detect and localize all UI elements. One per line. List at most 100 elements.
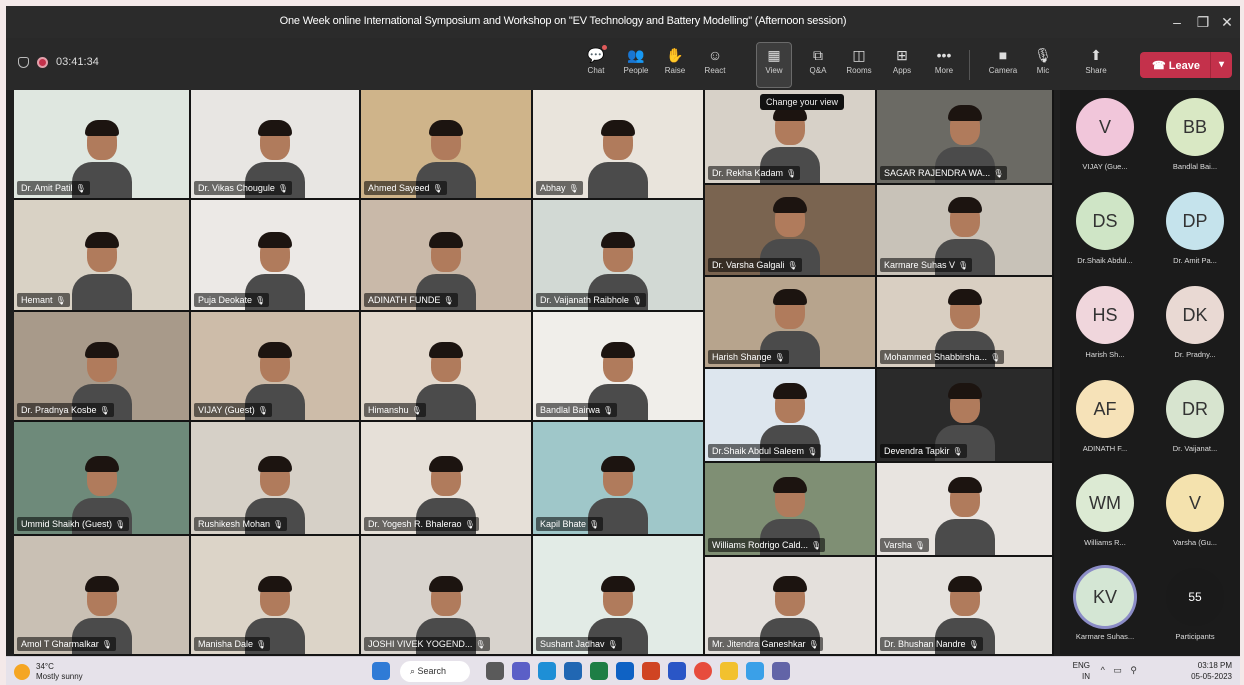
- participant-avatar[interactable]: HS Harish Sh...: [1060, 278, 1150, 374]
- camera-button[interactable]: ■ Camera: [986, 43, 1020, 87]
- participant-name-label: Dr. Vaijanath Raibhole 🎙: [536, 293, 647, 307]
- participant-video-tile[interactable]: Williams Rodrigo Cald... 🎙: [705, 463, 875, 555]
- powerpoint-icon[interactable]: [642, 662, 660, 680]
- close-icon[interactable]: ✕: [1214, 12, 1240, 32]
- weather-widget[interactable]: 34°C Mostly sunny: [14, 662, 83, 682]
- participant-video-tile[interactable]: Varsha 🎙: [877, 463, 1052, 555]
- participant-avatar[interactable]: V Varsha (Gu...: [1150, 466, 1240, 562]
- participant-video-tile[interactable]: Puja Deokate 🎙: [191, 200, 359, 310]
- view-button[interactable]: ▦ View: [756, 42, 792, 88]
- participant-video-tile[interactable]: Dr. Yogesh R. Bhalerao 🎙: [361, 422, 531, 534]
- participant-video-tile[interactable]: Dr. Vaijanath Raibhole 🎙: [533, 200, 703, 310]
- taskbar-search[interactable]: ⌕ Search: [400, 661, 470, 682]
- mic-icon: 🎙: [811, 541, 822, 550]
- participant-video-tile[interactable]: JOSHI VIVEK YOGEND... 🎙: [361, 536, 531, 654]
- participant-avatar[interactable]: AF ADINATH F...: [1060, 372, 1150, 468]
- participant-video-tile[interactable]: Mohammed Shabbirsha... 🎙: [877, 277, 1052, 367]
- mic-icon: 🎙: [255, 296, 266, 305]
- participant-avatar[interactable]: DK Dr. Pradny...: [1150, 278, 1240, 374]
- react-button[interactable]: ☺ React: [698, 43, 732, 87]
- participant-name-label: Ahmed Sayeed 🎙: [364, 181, 447, 195]
- leave-button[interactable]: ☎ Leave ▾: [1140, 52, 1232, 78]
- participant-video-tile[interactable]: SAGAR RAJENDRA WA... 🎙: [877, 90, 1052, 183]
- avatar-initials: AF: [1076, 380, 1134, 438]
- chat-button[interactable]: 💬 Chat: [579, 43, 613, 87]
- participant-name-label: Dr. Pradnya Kosbe 🎙: [17, 403, 114, 417]
- avatar-initials: DK: [1166, 286, 1224, 344]
- chevron-down-icon[interactable]: ▾: [1210, 52, 1232, 78]
- participant-video-tile[interactable]: Abhay 🎙: [533, 90, 703, 198]
- participant-video-tile[interactable]: Dr. Varsha Galgali 🎙: [705, 185, 875, 275]
- participant-video-tile[interactable]: Manisha Dale 🎙: [191, 536, 359, 654]
- avatar-initials: V: [1076, 98, 1134, 156]
- edge-icon[interactable]: [538, 662, 556, 680]
- clock[interactable]: 03:18 PM 05-05-2023: [1191, 660, 1232, 682]
- participant-avatar[interactable]: DP Dr. Amit Pa...: [1150, 184, 1240, 280]
- participant-video-tile[interactable]: Dr.Shaik Abdul Saleem 🎙: [705, 369, 875, 461]
- teams-chat-icon[interactable]: [512, 662, 530, 680]
- participants-count-button[interactable]: 55 Participants: [1150, 560, 1240, 656]
- qa-button[interactable]: ⧉ Q&A: [801, 43, 835, 87]
- participant-name-label: Ummid Shaikh (Guest) 🎙: [17, 517, 130, 531]
- avatar-initials: WM: [1076, 474, 1134, 532]
- participant-avatar[interactable]: KV Karmare Suhas...: [1060, 560, 1150, 656]
- participant-video-tile[interactable]: Harish Shange 🎙: [705, 277, 875, 367]
- people-button[interactable]: 👥 People: [619, 43, 653, 87]
- participant-video-tile[interactable]: Dr. Amit Patil 🎙: [14, 90, 189, 198]
- outlook-icon[interactable]: [616, 662, 634, 680]
- participant-name-label: Manisha Dale 🎙: [194, 637, 271, 651]
- shield-icon: [18, 56, 29, 68]
- participant-name-label: ADINATH FUNDE 🎙: [364, 293, 458, 307]
- word-icon[interactable]: [668, 662, 686, 680]
- participant-video-tile[interactable]: Hemant 🎙: [14, 200, 189, 310]
- participant-video-tile[interactable]: VIJAY (Guest) 🎙: [191, 312, 359, 420]
- avatar-name: Harish Sh...: [1085, 350, 1125, 359]
- participant-video-tile[interactable]: Sushant Jadhav 🎙: [533, 536, 703, 654]
- avatar-initials: DR: [1166, 380, 1224, 438]
- apps-button[interactable]: ⊞ Apps: [885, 43, 919, 87]
- system-tray-icons[interactable]: ^ ▭ ⚲: [1101, 665, 1140, 676]
- participant-video-tile[interactable]: Himanshu 🎙: [361, 312, 531, 420]
- chrome-icon[interactable]: [694, 662, 712, 680]
- start-icon[interactable]: [372, 662, 390, 680]
- mic-icon: 🎙: [603, 406, 614, 415]
- excel-icon[interactable]: [590, 662, 608, 680]
- participant-video-tile[interactable]: Kapil Bhate 🎙: [533, 422, 703, 534]
- share-icon: ⬆: [1090, 47, 1102, 63]
- mic-button[interactable]: 🎙 Mic: [1026, 43, 1060, 87]
- mic-icon: 🎙: [55, 296, 66, 305]
- participant-avatar[interactable]: WM Williams R...: [1060, 466, 1150, 562]
- settings-icon[interactable]: [746, 662, 764, 680]
- maximize-icon[interactable]: ❐: [1190, 12, 1216, 32]
- teams-icon[interactable]: [772, 662, 790, 680]
- participant-video-tile[interactable]: Ummid Shaikh (Guest) 🎙: [14, 422, 189, 534]
- participant-video-tile[interactable]: Bandlal Bairwa 🎙: [533, 312, 703, 420]
- participant-video-tile[interactable]: Devendra Tapkir 🎙: [877, 369, 1052, 461]
- participant-avatar[interactable]: BB Bandlal Bai...: [1150, 90, 1240, 186]
- minimize-icon[interactable]: –: [1164, 12, 1190, 32]
- file-explorer-icon[interactable]: [720, 662, 738, 680]
- participant-video-tile[interactable]: Karmare Suhas V 🎙: [877, 185, 1052, 275]
- participant-video-tile[interactable]: Dr. Vikas Chougule 🎙: [191, 90, 359, 198]
- raise-hand-button[interactable]: ✋ Raise: [658, 43, 692, 87]
- participant-video-tile[interactable]: Ahmed Sayeed 🎙: [361, 90, 531, 198]
- mic-icon: 🎙: [607, 640, 618, 649]
- participant-video-tile[interactable]: Mr. Jitendra Ganeshkar 🎙: [705, 557, 875, 654]
- participant-name-label: Sushant Jadhav 🎙: [536, 637, 622, 651]
- participant-video-tile[interactable]: Rushikesh Mohan 🎙: [191, 422, 359, 534]
- participant-video-tile[interactable]: Dr. Bhushan Nandre 🎙: [877, 557, 1052, 654]
- share-button[interactable]: ⬆ Share: [1079, 43, 1113, 87]
- video-grid: Dr. Amit Patil 🎙 Dr. Vikas Chougule 🎙 Ahmed …: [14, 90, 1054, 656]
- rooms-button[interactable]: ◫ Rooms: [842, 43, 876, 87]
- participant-avatar[interactable]: V VIJAY (Gue...: [1060, 90, 1150, 186]
- task-view-icon[interactable]: [486, 662, 504, 680]
- participant-video-tile[interactable]: Amol T Gharmalkar 🎙: [14, 536, 189, 654]
- store-icon[interactable]: [564, 662, 582, 680]
- more-button[interactable]: ••• More: [927, 43, 961, 87]
- participant-avatar[interactable]: DS Dr.Shaik Abdul...: [1060, 184, 1150, 280]
- participant-video-tile[interactable]: Dr. Pradnya Kosbe 🎙: [14, 312, 189, 420]
- participant-avatar[interactable]: DR Dr. Vaijanat...: [1150, 372, 1240, 468]
- language-indicator[interactable]: ENG IN: [1073, 660, 1090, 682]
- mic-icon: 🎙: [273, 520, 284, 529]
- participant-video-tile[interactable]: ADINATH FUNDE 🎙: [361, 200, 531, 310]
